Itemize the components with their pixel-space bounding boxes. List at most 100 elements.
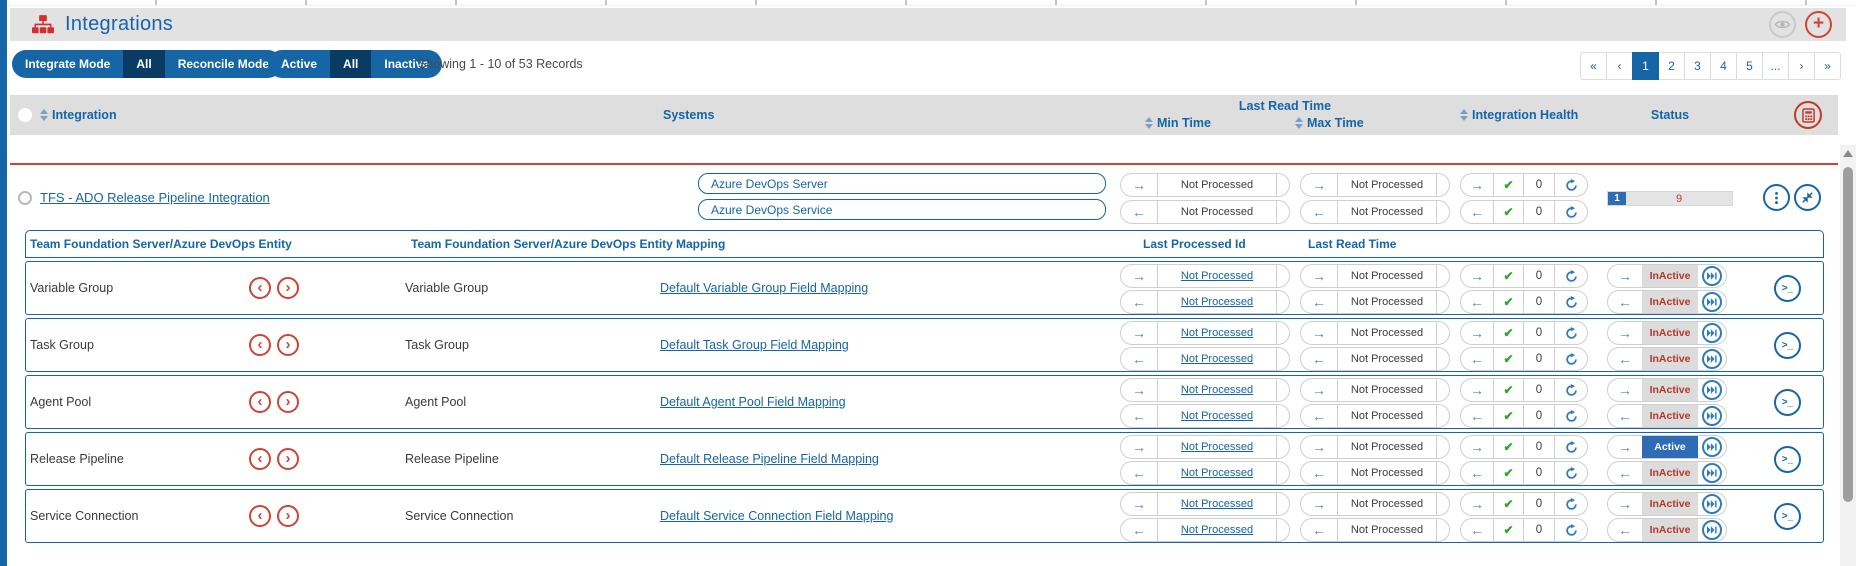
sync-icon[interactable] [1555,379,1587,401]
min-time-forward: → Not Processed [1120,173,1290,197]
chevron-right-icon[interactable]: › [277,277,299,299]
terminal-icon[interactable]: >_ [1774,332,1801,359]
sort-icon[interactable] [1295,117,1303,129]
health-ok-icon: ✔ [1493,265,1523,287]
column-source-entity: Team Foundation Server/Azure DevOps Enti… [30,231,292,257]
report-icon[interactable] [1794,101,1822,129]
skip-to-end-icon[interactable] [1702,323,1722,343]
page-ellipsis[interactable]: ... [1762,52,1789,80]
chevron-left-icon[interactable]: ‹ [249,277,271,299]
last-processed-id-link[interactable]: Not Processed [1157,322,1277,344]
page-last[interactable]: » [1814,52,1841,80]
skip-to-end-icon[interactable] [1702,463,1722,483]
toggle-reconcile-mode[interactable]: Reconcile Mode [165,50,282,78]
page-prev[interactable]: ‹ [1606,52,1633,80]
health-forward: → ✔ 0 [1460,435,1588,459]
skip-to-end-icon[interactable] [1702,380,1722,400]
sync-icon[interactable] [1555,519,1587,541]
status-forward: → InActive [1607,264,1727,288]
mapping-link[interactable]: Default Variable Group Field Mapping [660,262,868,314]
integration-radio[interactable] [18,191,32,205]
kebab-menu-icon[interactable] [1763,184,1790,211]
collapse-icon[interactable] [1794,184,1821,211]
terminal-icon[interactable]: >_ [1774,275,1801,302]
page-next[interactable]: › [1788,52,1815,80]
sync-icon[interactable] [1555,436,1587,458]
mapping-link[interactable]: Default Service Connection Field Mapping [660,490,893,542]
sync-icon[interactable] [1555,265,1587,287]
terminal-icon[interactable]: >_ [1774,503,1801,530]
last-processed-id-link[interactable]: Not Processed [1157,493,1277,515]
page-first[interactable]: « [1580,52,1607,80]
eye-icon[interactable] [1769,11,1796,38]
last-processed-id-link[interactable]: Not Processed [1157,265,1277,287]
sync-icon[interactable] [1555,462,1587,484]
back-arrow-icon: ← [1461,201,1493,223]
chevron-right-icon[interactable]: › [277,505,299,527]
page-1[interactable]: 1 [1632,52,1659,80]
mapping-link[interactable]: Default Agent Pool Field Mapping [660,376,846,428]
last-processed-id-link[interactable]: Not Processed [1157,291,1277,313]
health-ok-icon: ✔ [1493,519,1523,541]
chevron-right-icon[interactable]: › [277,391,299,413]
add-integration-button[interactable]: + [1805,11,1832,38]
skip-to-end-icon[interactable] [1702,520,1722,540]
failure-count: 0 [1523,348,1555,370]
toggle-integrate-mode[interactable]: Integrate Mode [12,50,123,78]
failure-count: 0 [1523,174,1555,196]
forward-arrow-icon: → [1121,436,1157,458]
terminal-icon[interactable]: >_ [1774,389,1801,416]
skip-to-end-icon[interactable] [1702,406,1722,426]
skip-to-end-icon[interactable] [1702,437,1722,457]
toggle-state-all[interactable]: All [330,50,371,78]
status-badge: InActive [1642,322,1698,344]
chevron-left-icon[interactable]: ‹ [249,505,271,527]
page-5[interactable]: 5 [1736,52,1763,80]
chevron-left-icon[interactable]: ‹ [249,448,271,470]
vertical-scrollbar[interactable] [1840,145,1856,566]
toggle-mode-all[interactable]: All [123,50,164,78]
mapping-link[interactable]: Default Release Pipeline Field Mapping [660,433,879,485]
skip-to-end-icon[interactable] [1702,266,1722,286]
integration-name-link[interactable]: TFS - ADO Release Pipeline Integration [40,165,270,230]
chevron-left-icon[interactable]: ‹ [249,391,271,413]
status-forward: → InActive [1607,321,1727,345]
back-arrow-icon: ← [1121,405,1157,427]
sync-icon[interactable] [1555,201,1587,223]
sync-icon[interactable] [1555,174,1587,196]
last-processed-id-link[interactable]: Not Processed [1157,519,1277,541]
sync-icon[interactable] [1555,405,1587,427]
last-processed-id-link[interactable]: Not Processed [1157,379,1277,401]
sync-icon[interactable] [1555,291,1587,313]
health-ok-icon: ✔ [1493,291,1523,313]
terminal-icon[interactable]: >_ [1774,446,1801,473]
mapping-link[interactable]: Default Task Group Field Mapping [660,319,849,371]
chevron-right-icon[interactable]: › [277,448,299,470]
last-processed-id-link[interactable]: Not Processed [1157,348,1277,370]
skip-to-end-icon[interactable] [1702,292,1722,312]
page-2[interactable]: 2 [1658,52,1685,80]
chevron-left-icon[interactable]: ‹ [249,334,271,356]
skip-to-end-icon[interactable] [1702,494,1722,514]
scrollbar-thumb[interactable] [1843,167,1853,502]
page-4[interactable]: 4 [1710,52,1737,80]
status-reverse: ← InActive [1607,518,1727,542]
sync-icon[interactable] [1555,322,1587,344]
chevron-right-icon[interactable]: › [277,334,299,356]
column-systems: Systems [663,95,714,135]
sort-icon[interactable] [1145,117,1153,129]
last-processed-id-link[interactable]: Not Processed [1157,436,1277,458]
status-badge: InActive [1642,265,1698,287]
last-processed-id-link[interactable]: Not Processed [1157,405,1277,427]
sync-icon[interactable] [1555,493,1587,515]
page-3[interactable]: 3 [1684,52,1711,80]
last-processed-id-link[interactable]: Not Processed [1157,462,1277,484]
skip-to-end-icon[interactable] [1702,349,1722,369]
sort-icon[interactable] [1460,109,1468,121]
toggle-active[interactable]: Active [268,50,330,78]
select-all-radio[interactable] [18,108,32,122]
health-ok-icon: ✔ [1493,379,1523,401]
scroll-up-icon[interactable] [1843,150,1853,157]
sort-icon[interactable] [40,109,48,121]
sync-icon[interactable] [1555,348,1587,370]
